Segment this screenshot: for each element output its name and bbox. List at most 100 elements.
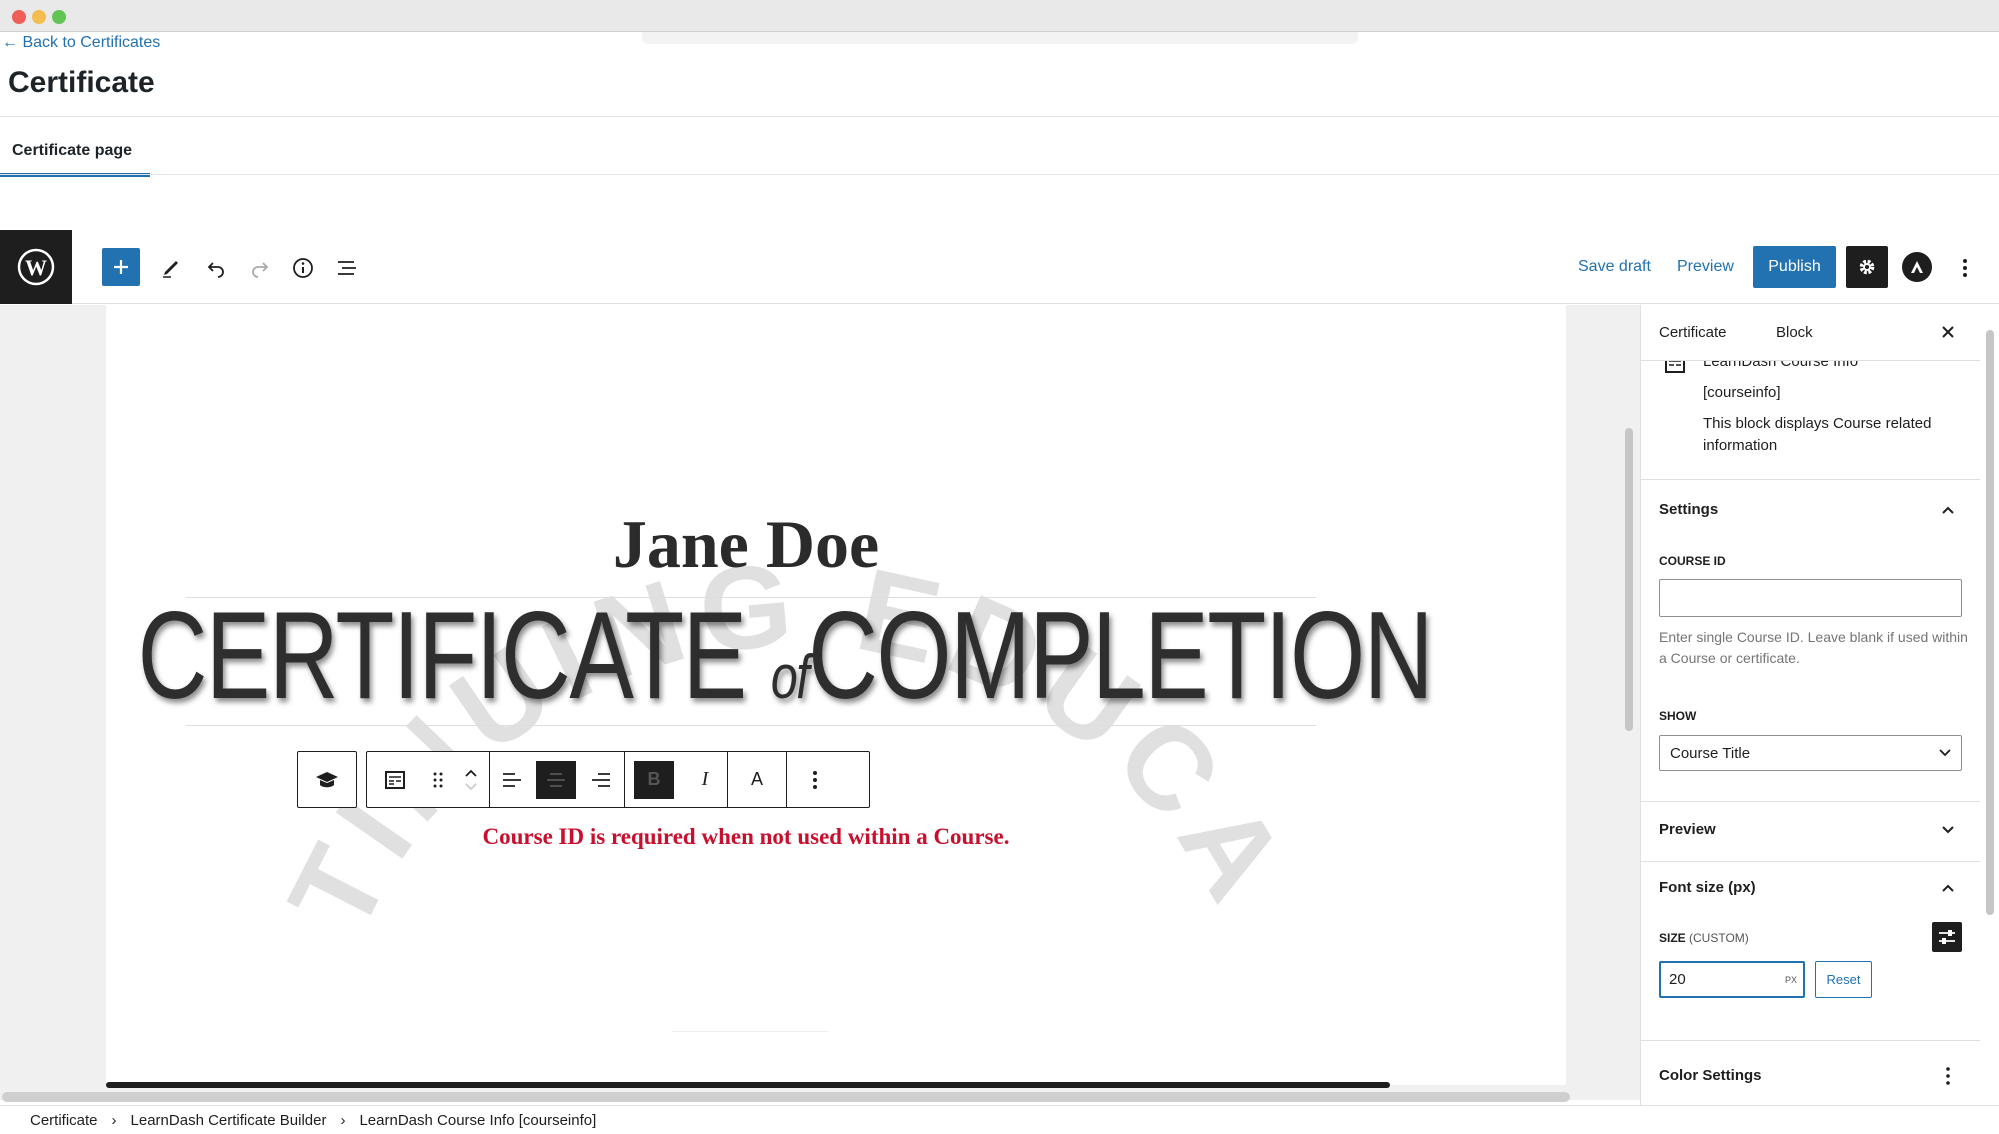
drag-handle[interactable] <box>423 752 453 807</box>
block-shortcode: [courseinfo] <box>1703 384 1781 401</box>
tab-certificate-page[interactable]: Certificate page <box>12 142 132 160</box>
canvas-scrollbar[interactable] <box>1625 428 1633 731</box>
reset-button[interactable]: Reset <box>1815 961 1872 998</box>
vertical-ellipsis-icon <box>1963 259 1967 277</box>
horizontal-scrollbar[interactable] <box>2 1092 1570 1102</box>
divider <box>0 116 1999 117</box>
show-select-value: Course Title <box>1670 744 1751 762</box>
settings-panel-title[interactable]: Settings <box>1659 501 1718 518</box>
add-block-button[interactable] <box>102 248 140 286</box>
more-options-button[interactable] <box>1953 253 1977 283</box>
tab-block[interactable]: Block <box>1776 324 1813 341</box>
align-center-button[interactable] <box>534 752 578 807</box>
align-left-button[interactable] <box>490 752 534 807</box>
font-size-panel-title[interactable]: Font size (px) <box>1659 879 1756 896</box>
astra-icon[interactable] <box>1902 252 1932 282</box>
vertical-ellipsis-icon <box>813 770 817 789</box>
pencil-icon <box>163 261 178 278</box>
tab-certificate[interactable]: Certificate <box>1659 324 1727 341</box>
align-right-icon <box>592 772 610 787</box>
title-of: of <box>770 643 810 712</box>
course-id-label: COURSE ID <box>1659 554 1726 568</box>
details-button[interactable] <box>288 253 318 283</box>
publish-button[interactable]: Publish <box>1753 246 1836 288</box>
info-icon <box>293 258 313 278</box>
preview-panel-title[interactable]: Preview <box>1659 821 1716 838</box>
color-settings-title[interactable]: Color Settings <box>1659 1067 1762 1084</box>
settings-button[interactable] <box>1846 246 1888 288</box>
breadcrumb-item-certificate-builder[interactable]: LearnDash Certificate Builder <box>131 1112 327 1129</box>
divider <box>0 174 1999 175</box>
color-settings-options-button[interactable] <box>1936 1064 1960 1088</box>
chevron-right-icon: › <box>340 1111 346 1129</box>
undo-button[interactable] <box>201 253 231 283</box>
move-up-down-icon <box>465 769 477 790</box>
minimize-window-icon[interactable] <box>32 10 46 24</box>
certificate-paper: CONTINUING EDUCATION Jane Doe CERTIFICAT… <box>106 305 1566 1085</box>
plus-icon <box>114 260 128 274</box>
window-titlebar <box>0 0 1999 32</box>
block-card-clip: LearnDash Course Info <box>1640 361 1980 375</box>
block-type-button[interactable] <box>367 752 423 807</box>
size-label-text: SIZE <box>1659 931 1686 945</box>
custom-size-toggle-button[interactable] <box>1932 922 1962 952</box>
horizontal-scroll-thumb[interactable] <box>106 1082 1390 1088</box>
align-left-icon <box>503 772 521 787</box>
chevron-down-icon <box>1939 749 1951 757</box>
course-id-input[interactable] <box>1659 579 1962 617</box>
size-custom-text: (CUSTOM) <box>1689 931 1749 945</box>
certificate-title[interactable]: CERTIFICATE ofCOMPLETION <box>137 585 1434 727</box>
block-parent-toolbar <box>297 751 357 808</box>
preview-button[interactable]: Preview <box>1677 258 1734 276</box>
save-draft-button[interactable]: Save draft <box>1578 258 1651 276</box>
align-right-button[interactable] <box>578 752 624 807</box>
divider <box>1640 1040 1980 1041</box>
close-sidebar-button[interactable] <box>1936 320 1960 344</box>
italic-button[interactable]: I <box>683 752 727 807</box>
svg-text:W: W <box>25 255 47 280</box>
breadcrumb-item-course-info[interactable]: LearnDash Course Info [courseinfo] <box>359 1112 596 1129</box>
font-size-panel-toggle[interactable] <box>1936 876 1960 900</box>
align-center-icon <box>547 772 565 787</box>
breadcrumb-item-certificate[interactable]: Certificate <box>30 1112 98 1129</box>
close-icon <box>1942 326 1954 338</box>
bold-button[interactable]: B <box>625 752 683 807</box>
chevron-down-icon <box>1942 826 1954 834</box>
page-title: Certificate <box>8 66 155 99</box>
list-view-button[interactable] <box>332 253 362 283</box>
graduation-cap-icon <box>316 771 338 787</box>
signature-line <box>672 1031 828 1032</box>
drag-icon <box>433 772 443 787</box>
title-certificate: CERTIFICATE <box>137 587 748 725</box>
wordpress-logo-icon[interactable]: W <box>0 230 72 304</box>
select-parent-button[interactable] <box>298 752 356 807</box>
show-select[interactable]: Course Title <box>1659 735 1962 771</box>
bold-icon: B <box>634 760 674 799</box>
sidebar-scrollbar[interactable] <box>1986 330 1994 915</box>
settings-panel-toggle[interactable] <box>1936 498 1960 522</box>
vertical-ellipsis-icon <box>1946 1067 1950 1085</box>
chevron-right-icon: › <box>111 1111 117 1129</box>
redo-button[interactable] <box>245 253 275 283</box>
close-window-icon[interactable] <box>12 10 26 24</box>
tools-pencil-button[interactable] <box>156 253 186 283</box>
maximize-window-icon[interactable] <box>52 10 66 24</box>
block-description: This block displays Course related infor… <box>1703 415 1932 454</box>
move-buttons[interactable] <box>453 752 489 807</box>
size-label: SIZE (CUSTOM) <box>1659 931 1749 945</box>
text-color-button[interactable]: A <box>728 752 786 807</box>
back-to-certificates-link[interactable]: ← Back to Certificates <box>2 34 160 52</box>
breadcrumb: Certificate › LearnDash Certificate Buil… <box>0 1105 1999 1134</box>
font-size-input[interactable]: 20 PX <box>1659 961 1805 998</box>
italic-icon: I <box>701 768 709 790</box>
font-size-unit: PX <box>1784 975 1797 985</box>
sliders-icon <box>1939 930 1955 944</box>
preview-panel-toggle[interactable] <box>1936 818 1960 842</box>
chevron-up-icon <box>1942 884 1954 892</box>
top-notch <box>642 32 1358 44</box>
divider <box>186 725 1316 726</box>
course-info-icon <box>1665 361 1685 373</box>
divider <box>1640 801 1980 802</box>
block-options-button[interactable] <box>787 752 843 807</box>
divider <box>1640 861 1980 862</box>
